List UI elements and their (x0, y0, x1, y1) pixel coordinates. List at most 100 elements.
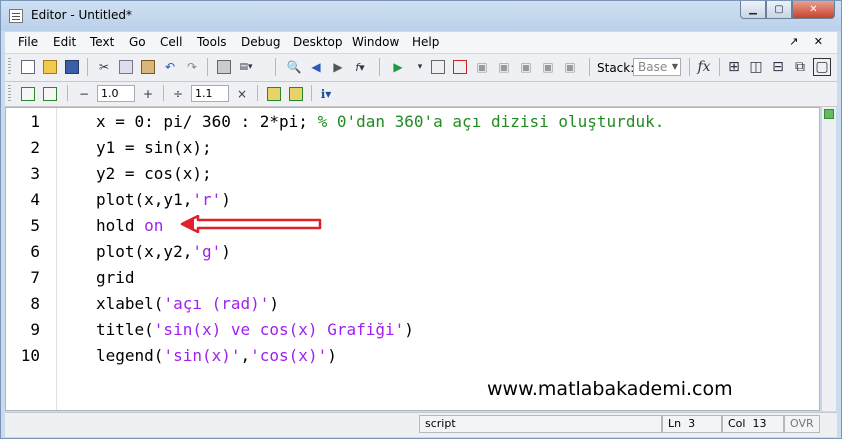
minimize-button[interactable]: ▁ (740, 1, 766, 19)
line-number-gutter: 1 2 3 4 5 6 7 8 9 10 (6, 108, 57, 410)
main-toolbar: ✂ ↶ ↷ ▤▾ 🔍 ◀ ▶ f▾ ▶ ▾ ▣ ▣ ▣ ▣ ▣ Stack: B… (5, 54, 837, 82)
copy-icon[interactable] (117, 58, 135, 76)
toolbar-grip[interactable] (8, 85, 11, 101)
clear-breakpoints-icon[interactable] (451, 58, 469, 76)
code-token: ) (221, 242, 231, 261)
insert-cell-icon[interactable] (19, 85, 37, 103)
divide-button[interactable]: ÷ (169, 85, 187, 103)
print-icon[interactable] (215, 58, 233, 76)
column-label: Col (728, 417, 746, 430)
float-icon[interactable]: ⧉ (791, 58, 809, 76)
cell-mode-icon[interactable] (265, 85, 283, 103)
toolbar-separator (257, 85, 258, 101)
status-bar: script Ln 3 Col 13 OVR (5, 412, 837, 437)
code-token: ) (404, 320, 414, 339)
cell-mode-2-icon[interactable] (287, 85, 305, 103)
maximize-button[interactable]: ▢ (766, 1, 792, 19)
toolbar-separator (275, 58, 276, 76)
maximize-doc-icon[interactable]: ▢ (813, 58, 831, 76)
menu-text[interactable]: Text (90, 35, 114, 49)
code-token: grid (96, 268, 135, 287)
menu-debug[interactable]: Debug (241, 35, 280, 49)
split-horizontal-icon[interactable]: ⊟ (769, 58, 787, 76)
set-breakpoint-icon[interactable] (429, 58, 447, 76)
code-line[interactable]: y1 = sin(x); (96, 138, 212, 157)
find-icon[interactable]: 🔍 (285, 58, 303, 76)
fx-button[interactable]: fx (695, 58, 713, 76)
run-icon[interactable]: ▶ (389, 58, 407, 76)
code-line[interactable]: hold on (96, 216, 163, 235)
editor-app-icon (9, 9, 23, 23)
menu-tools[interactable]: Tools (197, 35, 227, 49)
step-icon[interactable]: ▣ (473, 58, 491, 76)
function-browser-icon[interactable]: f▾ (351, 58, 369, 76)
code-line[interactable]: legend('sin(x)','cos(x)') (96, 346, 337, 365)
cell-toolbar: − 1.0 + ÷ 1.1 × ℹ▾ (5, 82, 837, 107)
code-token: hold (96, 216, 145, 235)
multiply-button[interactable]: × (233, 85, 251, 103)
status-line: Ln 3 (662, 415, 722, 433)
code-token: x = 0: pi/ 360 : 2*pi; (96, 112, 318, 131)
continue-icon[interactable]: ▣ (539, 58, 557, 76)
redo-icon[interactable]: ↷ (183, 58, 201, 76)
code-token: plot(x,y2, (96, 242, 193, 261)
cut-icon[interactable]: ✂ (95, 58, 113, 76)
exit-debug-icon[interactable]: ▣ (561, 58, 579, 76)
undock-close-controls[interactable]: ↗ ✕ (789, 35, 829, 48)
code-analyzer-status-icon[interactable] (824, 109, 834, 119)
open-folder-icon[interactable] (41, 58, 59, 76)
line-number: 1 (30, 112, 40, 131)
toolbar-separator (67, 85, 68, 101)
step-in-icon[interactable]: ▣ (495, 58, 513, 76)
paste-icon[interactable] (139, 58, 157, 76)
code-token: y2 = cos(x); (96, 164, 212, 183)
menu-file[interactable]: File (18, 35, 38, 49)
undo-icon[interactable]: ↶ (161, 58, 179, 76)
menu-help[interactable]: Help (412, 35, 439, 49)
red-arrow-annotation (180, 215, 322, 233)
vertical-scrollbar[interactable] (821, 107, 836, 411)
close-button[interactable]: ✕ (792, 1, 835, 19)
menu-window[interactable]: Window (352, 35, 399, 49)
code-token: ) (327, 346, 337, 365)
code-line[interactable]: title('sin(x) ve cos(x) Grafiği') (96, 320, 414, 339)
menu-go[interactable]: Go (129, 35, 146, 49)
evaluate-cell-icon[interactable] (41, 85, 59, 103)
code-editor[interactable]: 1 2 3 4 5 6 7 8 9 10 x = 0: pi/ 360 : 2*pi; % 0'd… (5, 107, 820, 411)
toolbar-grip[interactable] (8, 58, 11, 76)
stack-label: Stack: (597, 61, 635, 75)
back-arrow-icon[interactable]: ◀ (307, 58, 325, 76)
publish-icon[interactable]: ▤▾ (237, 58, 255, 76)
new-file-icon[interactable] (19, 58, 37, 76)
toolbar-separator (379, 58, 380, 76)
forward-arrow-icon[interactable]: ▶ (329, 58, 347, 76)
menu-desktop[interactable]: Desktop (293, 35, 343, 49)
increment-button[interactable]: + (139, 85, 157, 103)
code-line[interactable]: xlabel('açı (rad)') (96, 294, 279, 313)
info-icon[interactable]: ℹ▾ (317, 85, 335, 103)
code-string: 'sin(x)' (163, 346, 241, 365)
decrement-button[interactable]: − (75, 85, 93, 103)
decrement-value-input[interactable]: 1.0 (97, 85, 135, 102)
code-line[interactable]: grid (96, 268, 135, 287)
line-number: 8 (30, 294, 40, 313)
run-dropdown-icon[interactable]: ▾ (411, 58, 429, 76)
code-line[interactable]: plot(x,y2,'g') (96, 242, 231, 261)
menu-edit[interactable]: Edit (53, 35, 76, 49)
code-token: title( (96, 320, 154, 339)
split-vertical-icon[interactable]: ◫ (747, 58, 765, 76)
save-icon[interactable] (63, 58, 81, 76)
line-number: 7 (30, 268, 40, 287)
menu-cell[interactable]: Cell (160, 35, 182, 49)
step-out-icon[interactable]: ▣ (517, 58, 535, 76)
code-line[interactable]: x = 0: pi/ 360 : 2*pi; % 0'dan 360'a açı… (96, 112, 664, 131)
status-column: Col 13 (722, 415, 784, 433)
toolbar-separator (719, 58, 720, 76)
code-line[interactable]: plot(x,y1,'r') (96, 190, 231, 209)
code-string: on (144, 216, 164, 235)
line-number: 4 (30, 190, 40, 209)
stack-dropdown[interactable]: Base ▼ (633, 58, 681, 76)
code-line[interactable]: y2 = cos(x); (96, 164, 212, 183)
tile-grid-icon[interactable]: ⊞ (725, 58, 743, 76)
divide-value-input[interactable]: 1.1 (191, 85, 229, 102)
